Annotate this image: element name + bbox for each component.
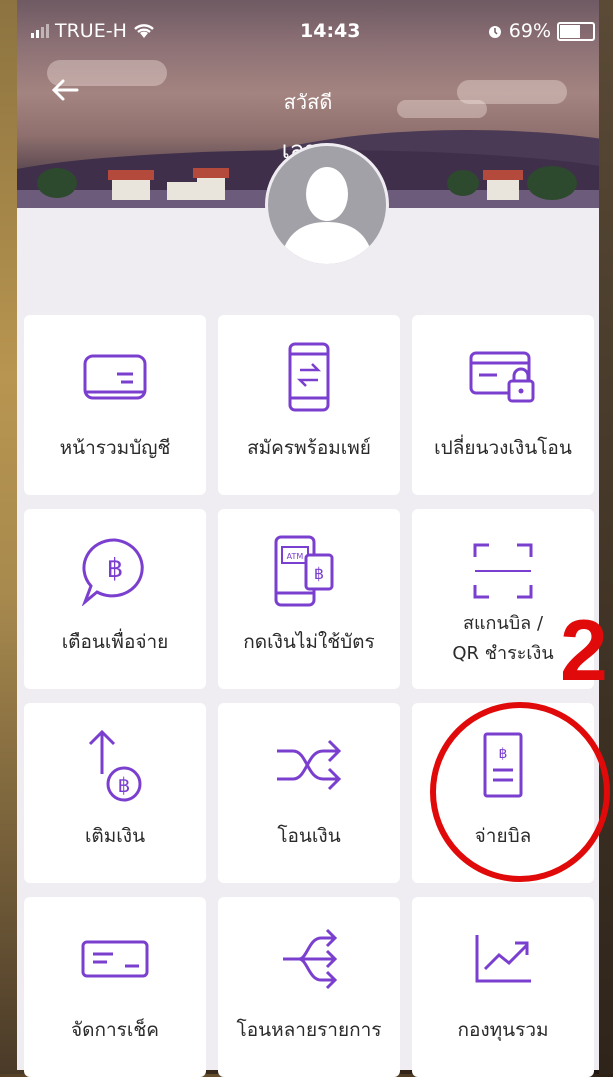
menu-item-transfer-limit[interactable]: เปลี่ยนวงเงินโอน	[412, 315, 594, 495]
wifi-icon	[134, 24, 154, 38]
menu-item-transfer[interactable]: โอนเงิน	[218, 703, 400, 883]
multi-transfer-icon	[269, 919, 349, 999]
cheque-icon	[75, 919, 155, 999]
clock: 14:43	[300, 20, 361, 42]
menu-item-accounts[interactable]: หน้ารวมบัญชี	[24, 315, 206, 495]
menu-item-mutual-fund[interactable]: กองทุนรวม	[412, 897, 594, 1077]
carrier-label: TRUE-H	[55, 20, 127, 42]
scan-frame-icon	[463, 531, 543, 611]
menu-item-promptpay[interactable]: สมัครพร้อมเพย์	[218, 315, 400, 495]
menu-item-label: จัดการเช็ค	[71, 1019, 159, 1041]
signal-icon	[31, 24, 49, 38]
highlight-circle	[430, 702, 610, 882]
menu-item-label: หน้ารวมบัญชี	[59, 437, 171, 459]
menu-item-label: เตือนเพื่อจ่าย	[61, 631, 169, 653]
menu-item-multi-transfer[interactable]: โอนหลายรายการ	[218, 897, 400, 1077]
svg-text:฿: ฿	[314, 564, 324, 583]
menu-item-label: สมัครพร้อมเพย์	[247, 437, 371, 459]
phone-transfer-icon	[269, 337, 349, 417]
menu-item-label: โอนเงิน	[277, 825, 341, 847]
battery-percent: 69%	[508, 20, 551, 42]
menu-item-label: เติมเงิน	[84, 825, 146, 847]
baht-bubble-icon: ฿	[75, 531, 155, 611]
menu-grid: หน้ารวมบัญชี สมัครพร้อมเพย์ เปลี่ยนวงเงิ…	[24, 315, 594, 1077]
blurred-background-right	[599, 0, 613, 1074]
menu-item-cardless-withdraw[interactable]: ATM ฿ กดเงินไม่ใช้บัตร	[218, 509, 400, 689]
avatar[interactable]	[265, 143, 389, 267]
topup-baht-icon: ฿	[75, 725, 155, 805]
svg-text:฿: ฿	[107, 554, 124, 584]
battery-icon	[557, 21, 595, 41]
fund-chart-icon	[463, 919, 543, 999]
step-number-annotation: 2	[560, 603, 608, 699]
menu-item-label: เปลี่ยนวงเงินโอน	[434, 437, 572, 459]
menu-item-label: กองทุนรวม	[457, 1019, 549, 1041]
menu-item-label: โอนหลายรายการ	[236, 1019, 382, 1041]
greeting-text: สวัสดี	[283, 90, 333, 114]
svg-text:฿: ฿	[118, 773, 131, 797]
status-bar: TRUE-H 14:43 69%	[17, 0, 599, 62]
svg-text:ATM: ATM	[287, 552, 304, 561]
menu-item-cheque[interactable]: จัดการเช็ค	[24, 897, 206, 1077]
person-silhouette-icon	[280, 167, 374, 264]
atm-cardless-icon: ATM ฿	[269, 531, 349, 611]
account-card-icon	[75, 337, 155, 417]
menu-item-top-up[interactable]: ฿ เติมเงิน	[24, 703, 206, 883]
transfer-arrows-icon	[269, 725, 349, 805]
menu-item-payment-reminder[interactable]: ฿ เตือนเพื่อจ่าย	[24, 509, 206, 689]
alarm-icon	[488, 26, 501, 38]
menu-item-label: กดเงินไม่ใช้บัตร	[243, 631, 375, 653]
card-lock-icon	[463, 337, 543, 417]
